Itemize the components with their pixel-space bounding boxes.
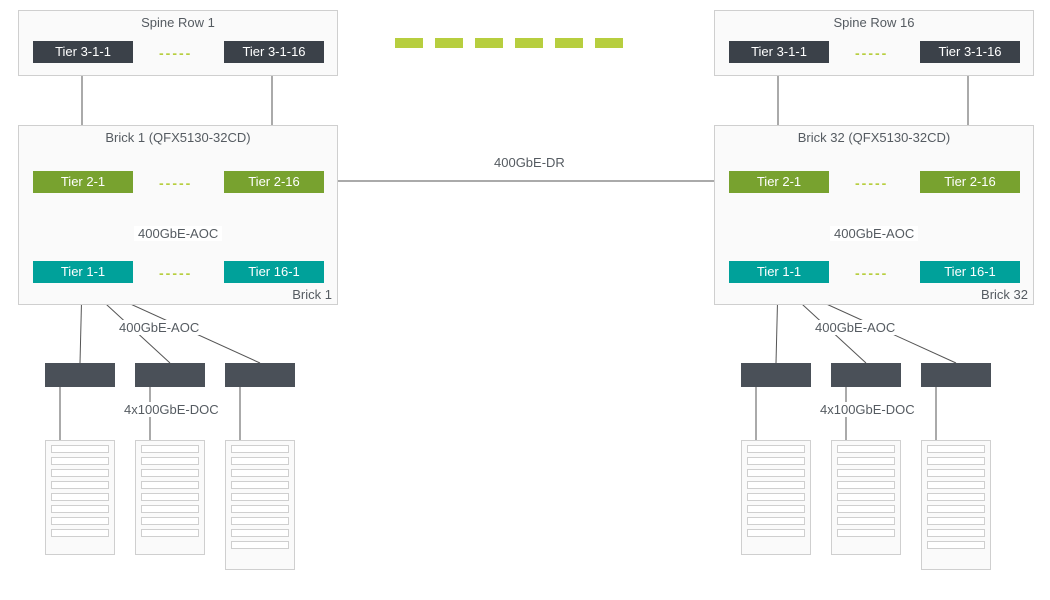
link-label: 4x100GbE-DOC: [816, 402, 919, 417]
tier2-node: Tier 2-1: [729, 171, 829, 193]
ellipsis-icon: -----: [855, 265, 888, 281]
tier2-node: Tier 2-1: [33, 171, 133, 193]
spine-row-right-title: Spine Row 16: [715, 15, 1033, 30]
link-label: 400GbE-AOC: [115, 320, 203, 335]
brick-left-title: Brick 1 (QFX5130-32CD): [19, 130, 337, 145]
link-label-dr: 400GbE-DR: [490, 155, 569, 170]
brick-corner-label: Brick 32: [981, 287, 1028, 302]
ellipsis-icon: -----: [855, 45, 888, 61]
tier1-node: Tier 16-1: [920, 261, 1020, 283]
tier3-node: Tier 3-1-16: [224, 41, 324, 63]
tor-switch: [135, 363, 205, 387]
link-label: 400GbE-AOC: [811, 320, 899, 335]
brick-right: Brick 32 (QFX5130-32CD) Tier 2-1 ----- T…: [714, 125, 1034, 305]
server-rack: [135, 440, 205, 555]
tier1-node: Tier 1-1: [729, 261, 829, 283]
server-rack: [741, 440, 811, 555]
tier2-node: Tier 2-16: [920, 171, 1020, 193]
tier3-node: Tier 3-1-1: [33, 41, 133, 63]
tor-switch: [741, 363, 811, 387]
brick-left: Brick 1 (QFX5130-32CD) Tier 2-1 ----- Ti…: [18, 125, 338, 305]
tier2-node: Tier 2-16: [224, 171, 324, 193]
ellipsis-icon: -----: [159, 175, 192, 191]
ellipsis-icon: -----: [159, 45, 192, 61]
tier3-node: Tier 3-1-1: [729, 41, 829, 63]
tor-switch: [831, 363, 901, 387]
spine-row-left: Spine Row 1 Tier 3-1-1 ----- Tier 3-1-16: [18, 10, 338, 76]
tor-switch: [225, 363, 295, 387]
link-label: 4x100GbE-DOC: [120, 402, 223, 417]
brick-corner-label: Brick 1: [292, 287, 332, 302]
tor-switch: [921, 363, 991, 387]
server-rack: [921, 440, 991, 570]
ellipsis-icon: -----: [855, 175, 888, 191]
ellipsis-icon: -----: [159, 265, 192, 281]
tor-switch: [45, 363, 115, 387]
server-rack: [831, 440, 901, 555]
spine-row-right: Spine Row 16 Tier 3-1-1 ----- Tier 3-1-1…: [714, 10, 1034, 76]
ellipsis-bars-icon: [395, 38, 623, 50]
link-label: 400GbE-AOC: [830, 226, 918, 241]
brick-right-title: Brick 32 (QFX5130-32CD): [715, 130, 1033, 145]
tier1-node: Tier 16-1: [224, 261, 324, 283]
server-rack: [45, 440, 115, 555]
spine-row-left-title: Spine Row 1: [19, 15, 337, 30]
link-label: 400GbE-AOC: [134, 226, 222, 241]
tier1-node: Tier 1-1: [33, 261, 133, 283]
server-rack: [225, 440, 295, 570]
tier3-node: Tier 3-1-16: [920, 41, 1020, 63]
